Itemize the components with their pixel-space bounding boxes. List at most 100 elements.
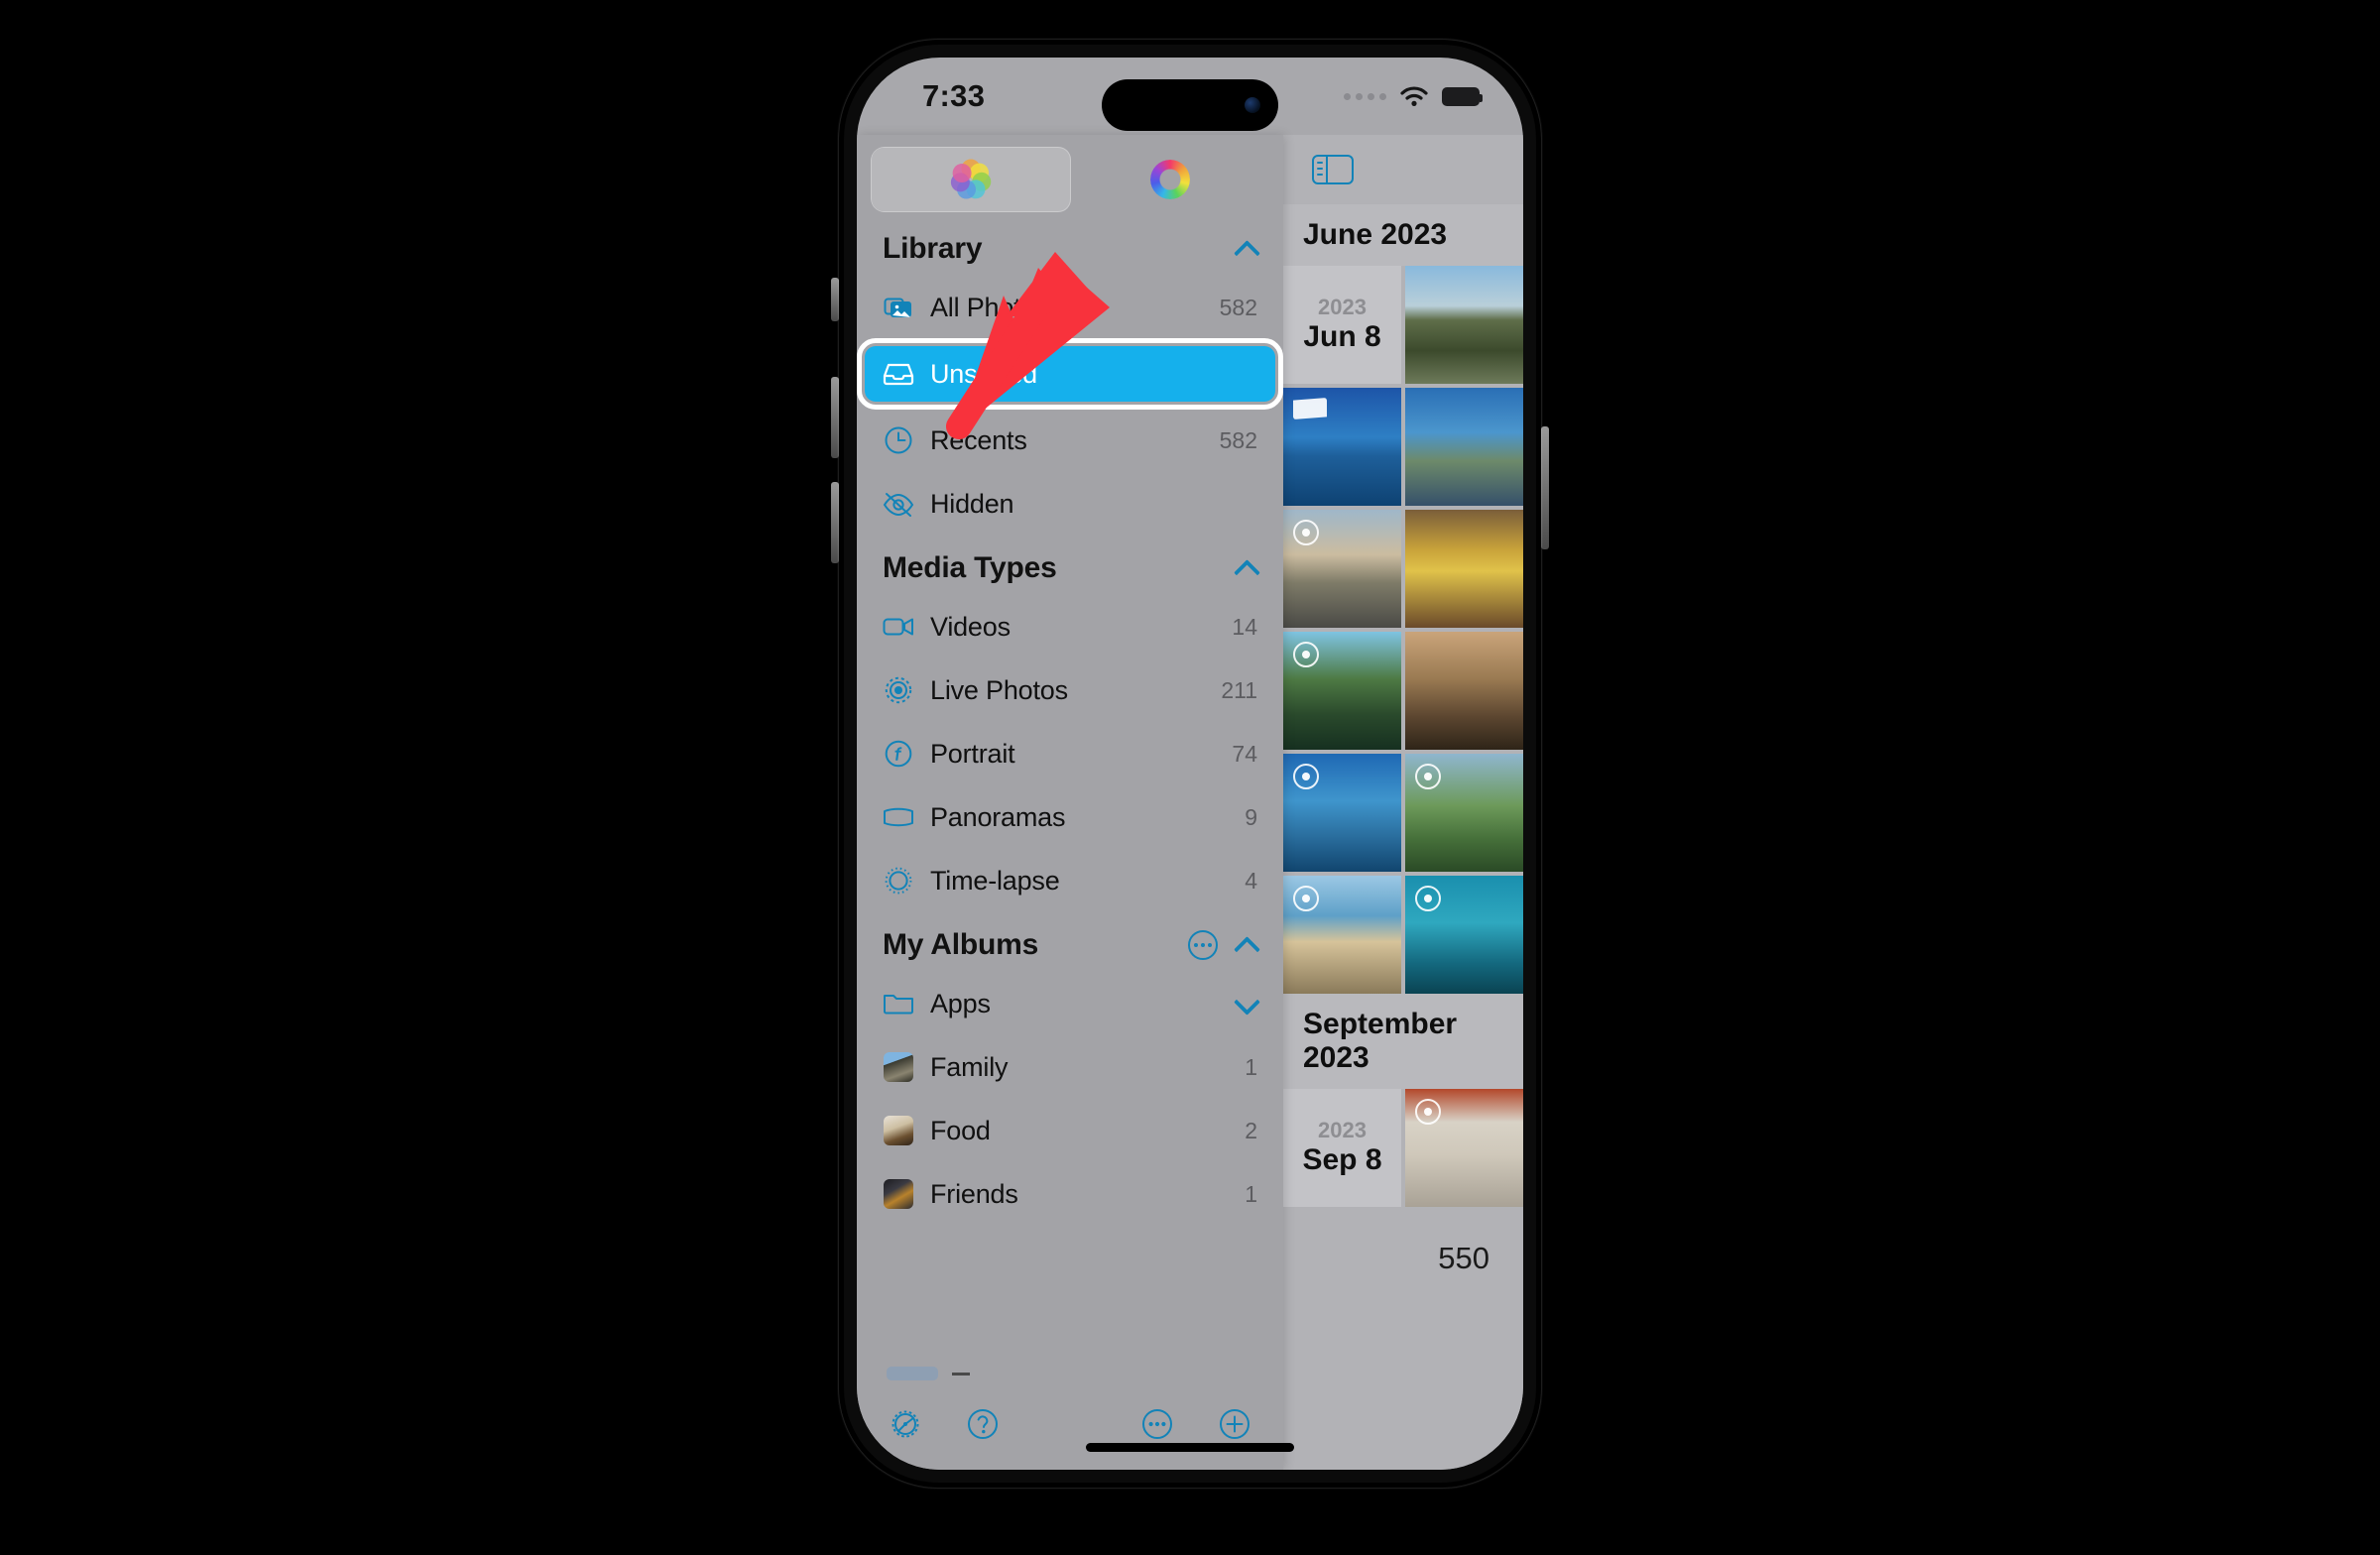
tray-inbox-icon bbox=[883, 361, 914, 387]
sidebar-toggle-button[interactable] bbox=[1311, 152, 1355, 187]
sidebar-item-friends[interactable]: Friends 1 bbox=[857, 1162, 1283, 1226]
photo-thumbnail[interactable] bbox=[1405, 754, 1523, 872]
sidebar-item-label: All Photos bbox=[930, 292, 1049, 322]
live-photo-badge-icon bbox=[1415, 764, 1441, 789]
sidebar-item-apps[interactable]: Apps bbox=[857, 972, 1283, 1035]
date-day: Sep 8 bbox=[1302, 1142, 1382, 1176]
sidebar-item-label: Live Photos bbox=[930, 674, 1068, 705]
sidebar-item-time-lapse[interactable]: Time-lapse 4 bbox=[857, 849, 1283, 912]
sidebar-item-label: Friends bbox=[930, 1178, 1018, 1209]
month-header: September 2023 bbox=[1283, 994, 1523, 1089]
live-photo-badge-icon bbox=[1293, 520, 1319, 545]
section-actions bbox=[1236, 557, 1257, 579]
chevron-up-icon[interactable] bbox=[1236, 934, 1257, 956]
sidebar-toggle-icon bbox=[1312, 155, 1354, 184]
photo-stack-icon bbox=[883, 295, 914, 320]
plus-circle-icon bbox=[1220, 1409, 1250, 1439]
gear-icon bbox=[892, 1410, 919, 1438]
add-button[interactable] bbox=[1216, 1405, 1253, 1443]
sidebar-list[interactable]: Library All Photos 582 Unsorted Recents … bbox=[857, 216, 1283, 1378]
photo-thumbnail[interactable] bbox=[1283, 632, 1401, 750]
chevron-up-icon[interactable] bbox=[1236, 557, 1257, 579]
silent-switch[interactable] bbox=[831, 278, 839, 321]
album-thumbnail bbox=[883, 1116, 914, 1145]
sidebar-item-label: Portrait bbox=[930, 738, 1015, 769]
photo-grid[interactable]: 2023 Jun 8 bbox=[1283, 266, 1523, 994]
sidebar-item-count: 582 bbox=[1219, 294, 1257, 320]
device-bezel: 7:33 Library All Photos 582 Unsorted Rec… bbox=[844, 45, 1536, 1483]
sidebar-item-all-photos[interactable]: All Photos 582 bbox=[857, 276, 1283, 339]
live-photo-badge-icon bbox=[1293, 642, 1319, 667]
status-bar: 7:33 bbox=[857, 58, 1523, 135]
more-options-button[interactable] bbox=[1138, 1405, 1176, 1443]
photo-thumbnail[interactable] bbox=[1405, 510, 1523, 628]
sidebar-item-hidden[interactable]: Hidden bbox=[857, 472, 1283, 536]
sidebar-item-label: Apps bbox=[930, 988, 991, 1018]
sidebar-item-label: Panoramas bbox=[930, 801, 1066, 832]
clock-icon bbox=[883, 425, 914, 455]
photo-thumbnail[interactable] bbox=[1405, 388, 1523, 506]
photo-grid[interactable]: 2023 Sep 8 bbox=[1283, 1089, 1523, 1207]
date-cell: 2023 Jun 8 bbox=[1283, 266, 1401, 384]
album-thumbnail bbox=[883, 1179, 914, 1209]
power-button[interactable] bbox=[1541, 426, 1549, 549]
ellipsis-circle-icon[interactable] bbox=[1188, 930, 1218, 960]
photos-flower-icon bbox=[948, 159, 994, 202]
phone-screen: 7:33 Library All Photos 582 Unsorted Rec… bbox=[857, 58, 1523, 1470]
chevron-up-icon[interactable] bbox=[1236, 238, 1257, 260]
photo-thumbnail[interactable] bbox=[1283, 510, 1401, 628]
live-photo-badge-icon bbox=[1293, 886, 1319, 911]
cellular-dots-icon bbox=[1344, 92, 1386, 100]
live-photo-badge-icon bbox=[1415, 1099, 1441, 1125]
photo-thumbnail[interactable] bbox=[1283, 876, 1401, 994]
volume-up-button[interactable] bbox=[831, 377, 839, 458]
volume-down-button[interactable] bbox=[831, 482, 839, 563]
sidebar-item-count: 211 bbox=[1221, 676, 1257, 703]
chevron-down-icon[interactable] bbox=[1236, 993, 1257, 1015]
help-button[interactable] bbox=[964, 1405, 1002, 1443]
sidebar-item-recents[interactable]: Recents 582 bbox=[857, 409, 1283, 472]
sidebar-item-count: 2 bbox=[1245, 1117, 1257, 1143]
section-actions bbox=[1188, 930, 1257, 960]
sidebar-item-label: Family bbox=[930, 1051, 1009, 1082]
tab-ring[interactable] bbox=[1071, 147, 1269, 212]
section-header-library: Library bbox=[857, 216, 1283, 276]
sidebar-item-portrait[interactable]: Portrait 74 bbox=[857, 722, 1283, 785]
app-content: Library All Photos 582 Unsorted Recents … bbox=[857, 135, 1523, 1470]
photo-thumbnail[interactable] bbox=[1405, 266, 1523, 384]
sidebar-item-count: 9 bbox=[1245, 803, 1257, 830]
photo-thumbnail[interactable] bbox=[1283, 754, 1401, 872]
date-cell: 2023 Sep 8 bbox=[1283, 1089, 1401, 1207]
wifi-icon bbox=[1400, 86, 1428, 106]
photo-thumbnail[interactable] bbox=[1283, 388, 1401, 506]
sidebar-item-panoramas[interactable]: Panoramas 9 bbox=[857, 785, 1283, 849]
photo-thumbnail[interactable] bbox=[1405, 632, 1523, 750]
settings-gear-button[interactable] bbox=[887, 1405, 924, 1443]
sidebar-item-count: 1 bbox=[1245, 1180, 1257, 1207]
live-photo-icon bbox=[883, 675, 914, 705]
photo-thumbnail[interactable] bbox=[1405, 876, 1523, 994]
photo-grid-panel: June 2023 2023 Jun 8 September 2023 2023… bbox=[1283, 135, 1523, 1470]
sidebar-item-count: 582 bbox=[1219, 426, 1257, 453]
sidebar-item-unsorted[interactable]: Unsorted bbox=[857, 338, 1283, 410]
detail-toolbar bbox=[1283, 135, 1523, 204]
sidebar-item-videos[interactable]: Videos 14 bbox=[857, 595, 1283, 658]
sidebar-item-family[interactable]: Family 1 bbox=[857, 1035, 1283, 1099]
clipped-label bbox=[952, 1372, 970, 1376]
eye-slash-icon bbox=[883, 491, 914, 517]
home-indicator bbox=[1086, 1443, 1294, 1452]
iphone-device-frame: 7:33 Library All Photos 582 Unsorted Rec… bbox=[839, 40, 1541, 1488]
sidebar-item-live-photos[interactable]: Live Photos 211 bbox=[857, 658, 1283, 722]
photo-thumbnail[interactable] bbox=[1405, 1089, 1523, 1207]
sidebar-item-label: Videos bbox=[930, 611, 1011, 642]
sidebar-item-count: 74 bbox=[1232, 740, 1257, 767]
sidebar-item-label: Food bbox=[930, 1115, 991, 1145]
tab-switcher bbox=[871, 147, 1269, 212]
sidebar-item-food[interactable]: Food 2 bbox=[857, 1099, 1283, 1162]
photo-count-label: 550 bbox=[1438, 1241, 1489, 1275]
sidebar-item-unsorted-highlight[interactable]: Unsorted bbox=[857, 338, 1283, 410]
sidebar-panel: Library All Photos 582 Unsorted Recents … bbox=[857, 135, 1283, 1470]
screenshot-root: 7:33 Library All Photos 582 Unsorted Rec… bbox=[0, 0, 2380, 1555]
tab-photos[interactable] bbox=[871, 147, 1071, 212]
clipped-list-item bbox=[887, 1367, 970, 1380]
